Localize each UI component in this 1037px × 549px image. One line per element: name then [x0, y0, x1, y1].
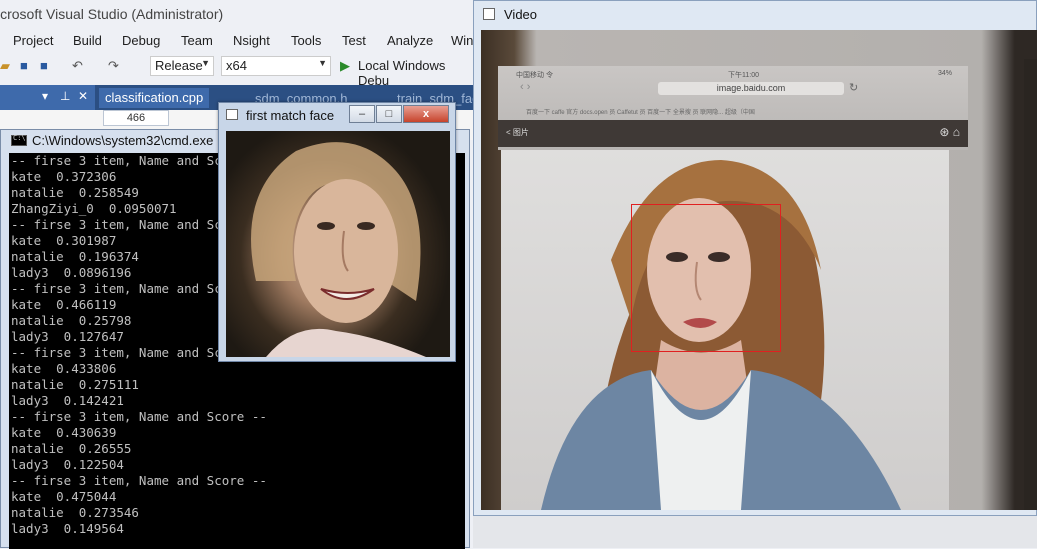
- page-header-bar: < 图片 ⊛ ⌂: [498, 120, 968, 147]
- start-debugging-button[interactable]: Local Windows Debu: [358, 58, 480, 88]
- undo-icon[interactable]: ↶: [72, 58, 83, 74]
- video-window[interactable]: Video 中国移动 令 下午11:00 34% ‹ › image.baidu…: [473, 0, 1037, 516]
- vs-title-bar: icrosoft Visual Studio (Administrator): [0, 0, 480, 31]
- configuration-select[interactable]: Release ▼: [150, 56, 214, 76]
- ipad-bookmarks-bar: 百度一下 caffe 官方 docs.open 员 Caffetut 员 百度一…: [526, 110, 755, 116]
- ipad-time: 下午11:00: [728, 72, 759, 79]
- platform-select[interactable]: x64 ▼: [221, 56, 331, 76]
- maximize-button[interactable]: □: [376, 105, 402, 123]
- browser-back-forward-icon: ‹ ›: [520, 81, 531, 93]
- save-icon[interactable]: ■: [20, 58, 28, 73]
- ipad-carrier: 中国移动 令: [516, 72, 553, 79]
- console-line: kate 0.475044: [11, 489, 117, 504]
- console-line: natalie 0.26555: [11, 441, 132, 456]
- menu-tools[interactable]: Tools: [291, 33, 321, 48]
- line-number-indicator: 466: [103, 110, 169, 126]
- menu-analyze[interactable]: Analyze: [387, 33, 433, 48]
- video-title: Video: [504, 7, 538, 22]
- menu-debug[interactable]: Debug: [122, 33, 160, 48]
- camera-photo: [501, 150, 949, 510]
- cmd-title: C:\Windows\system32\cmd.exe: [32, 133, 214, 148]
- vs-title-text: icrosoft Visual Studio (Administrator): [0, 6, 224, 22]
- video-frame: 中国移动 令 下午11:00 34% ‹ › image.baidu.com ↻…: [481, 30, 1037, 510]
- matched-face-image: [226, 131, 450, 357]
- menu-window[interactable]: Win: [451, 33, 473, 48]
- console-line: lady3 0.142421: [11, 393, 124, 408]
- face-window-title: first match face: [246, 108, 335, 123]
- close-icon[interactable]: ✕: [78, 89, 88, 103]
- console-line: natalie 0.273546: [11, 505, 139, 520]
- save-all-icon[interactable]: ■: [40, 58, 48, 73]
- dropdown-icon[interactable]: ▾: [42, 89, 48, 103]
- close-button[interactable]: x: [403, 105, 449, 123]
- pin-icon[interactable]: ⊥: [60, 89, 70, 103]
- window-icon: [226, 109, 238, 120]
- console-line: lady3 0.122504: [11, 457, 124, 472]
- first-match-face-window[interactable]: first match face – □ x: [218, 102, 456, 362]
- tab-classification-cpp[interactable]: classification.cpp: [99, 88, 210, 108]
- page-back-link: < 图片: [506, 128, 529, 137]
- chevron-down-icon: ▼: [201, 58, 210, 68]
- desktop-area: [473, 516, 1037, 548]
- menu-project[interactable]: Project: [13, 33, 53, 48]
- share-home-icons: ⊛ ⌂: [939, 125, 960, 139]
- console-line: kate 0.430639: [11, 425, 117, 440]
- menu-build[interactable]: Build: [73, 33, 102, 48]
- minimize-button[interactable]: –: [349, 105, 375, 123]
- face-photo: [251, 142, 426, 357]
- menu-team[interactable]: Team: [181, 33, 213, 48]
- configuration-value: Release: [155, 58, 203, 73]
- platform-value: x64: [226, 58, 247, 73]
- menu-nsight[interactable]: Nsight: [233, 33, 270, 48]
- console-line: natalie 0.275111: [11, 377, 139, 392]
- console-line: -- firse 3 item, Name and Score --: [11, 473, 267, 488]
- window-icon: [483, 8, 495, 20]
- vs-toolbar: ▰ ■ ■ ↶ ↷ Release ▼ x64 ▼ ▶ Local Window…: [0, 53, 480, 88]
- chevron-down-icon: ▼: [318, 58, 327, 68]
- ipad-url-bar: image.baidu.com: [658, 82, 844, 95]
- console-icon: [11, 134, 27, 146]
- ipad-battery: 34%: [938, 70, 953, 77]
- play-icon[interactable]: ▶: [340, 58, 350, 74]
- video-edge: [1024, 59, 1037, 510]
- console-line: kate 0.433806: [11, 361, 117, 376]
- face-detection-box: [631, 204, 781, 352]
- pane-header: ▾ ⊥ ✕: [0, 85, 95, 110]
- menu-test[interactable]: Test: [342, 33, 366, 48]
- vs-menu-bar: Project Build Debug Team Nsight Tools Te…: [0, 31, 480, 53]
- video-title-bar[interactable]: Video: [474, 1, 1036, 29]
- console-line: lady3 0.149564: [11, 521, 124, 536]
- redo-icon[interactable]: ↷: [108, 58, 119, 74]
- console-line: -- firse 3 item, Name and Score --: [11, 409, 267, 424]
- open-folder-icon[interactable]: ▰: [0, 58, 10, 74]
- face-window-title-bar[interactable]: first match face – □ x: [219, 103, 455, 127]
- refresh-icon: ↻: [849, 82, 859, 94]
